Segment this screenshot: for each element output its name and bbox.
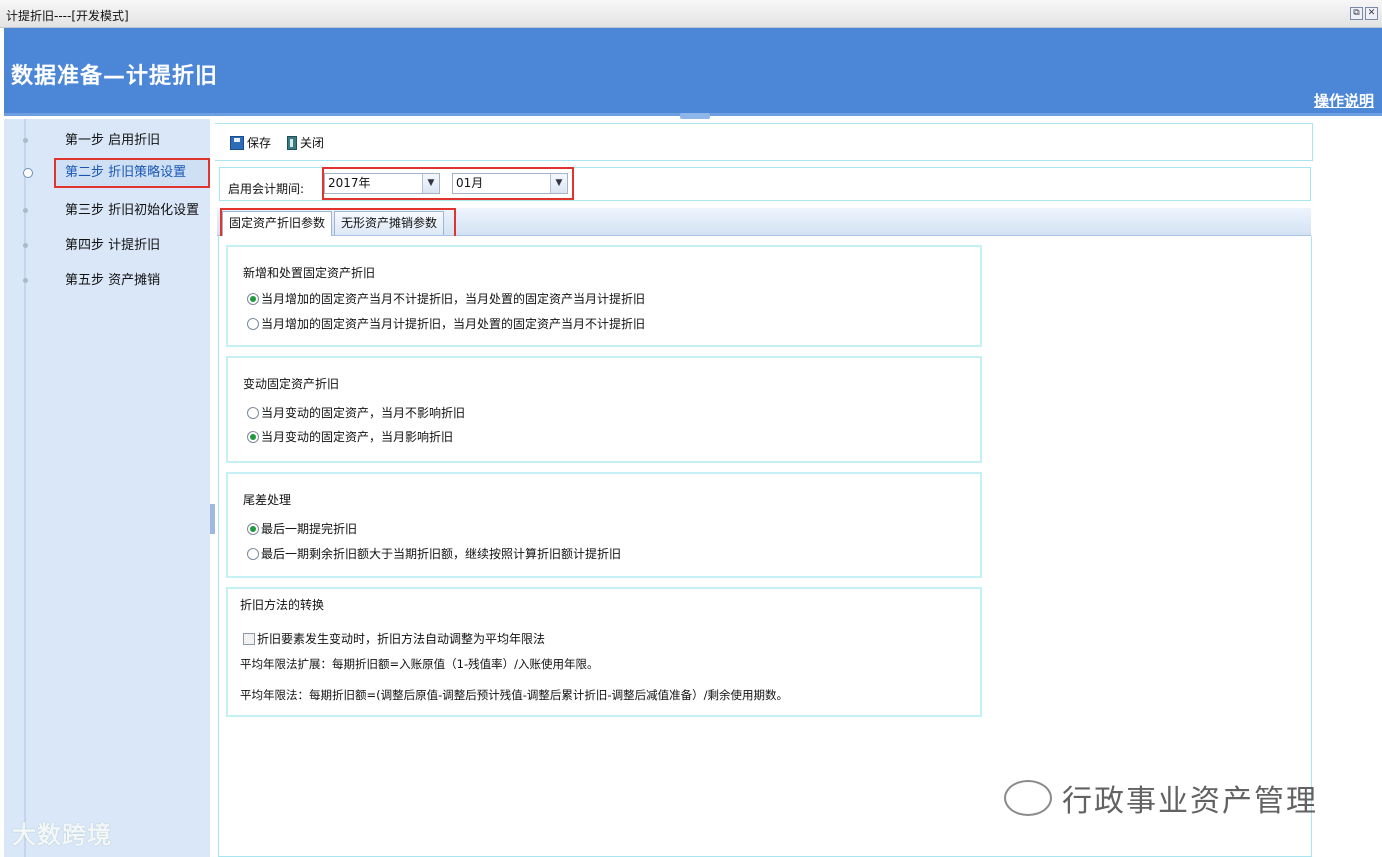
radio-label: 最后一期剩余折旧额大于当期折旧额，继续按照计算折旧额计提折旧	[261, 547, 622, 561]
group-title: 折旧方法的转换	[240, 598, 325, 612]
group-title: 新增和处置固定资产折旧	[243, 266, 376, 280]
save-button-label: 保存	[247, 136, 272, 150]
tabs-highlight-box	[220, 208, 456, 239]
formula-note-extended: 平均年限法扩展：每期折旧额=入账原值（1-残值率）/入账使用年限。	[240, 657, 599, 671]
auto-adjust-checkbox[interactable]: 折旧要素发生变动时，折旧方法自动调整为平均年限法	[243, 630, 545, 647]
tab-panel: 新增和处置固定资产折旧 当月增加的固定资产当月不计提折旧，当月处置的固定资产当月…	[218, 236, 1312, 857]
step-dot-icon	[23, 138, 28, 143]
group-method-conversion: 折旧方法的转换 折旧要素发生变动时，折旧方法自动调整为平均年限法 平均年限法扩展…	[226, 587, 982, 717]
radio-label: 当月变动的固定资产，当月不影响折旧	[261, 406, 466, 420]
period-label: 启用会计期间:	[228, 182, 305, 196]
sidebar-step-label: 第二步 折旧策略设置	[65, 165, 187, 180]
page-banner: 数据准备—计提折旧 操作说明	[4, 28, 1382, 119]
checkbox-unchecked-icon[interactable]	[243, 632, 255, 645]
tab-bar: 固定资产折旧参数 无形资产摊销参数	[217, 208, 1311, 239]
main-content: 保存 关闭 启用会计期间: 2017年 ▼ 01月 ▼ 固定资产折旧参数 无形资…	[215, 119, 1382, 857]
radio-checked-icon[interactable]	[247, 430, 259, 443]
chat-bubble-icon	[1004, 780, 1052, 816]
watermark-left: 大数跨境	[12, 821, 112, 849]
save-icon	[230, 135, 244, 150]
sidebar-step-4[interactable]: 第四步 计提折旧	[23, 231, 210, 261]
door-exit-icon	[287, 135, 297, 150]
formula-note-straight-line: 平均年限法：每期折旧额=(调整后原值-调整后预计残值-调整后累计折旧-调整后减值…	[240, 688, 788, 702]
radio-checked-icon[interactable]	[247, 292, 259, 305]
step-dot-icon	[23, 243, 28, 248]
help-link[interactable]: 操作说明	[1314, 90, 1374, 111]
year-select-value: 2017年	[328, 176, 371, 190]
window-title: 计提折旧----[开发模式]	[6, 9, 129, 23]
sidebar-step-label: 第五步 资产摊销	[65, 273, 161, 288]
radio-unchecked-icon[interactable]	[247, 317, 259, 330]
radio-option[interactable]: 最后一期提完折旧	[247, 520, 357, 537]
step-dot-icon	[23, 278, 28, 283]
year-select[interactable]: 2017年 ▼	[324, 173, 440, 194]
toolbar: 保存 关闭	[215, 123, 1313, 161]
period-bar: 启用会计期间: 2017年 ▼ 01月 ▼	[219, 167, 1311, 201]
month-select-value: 01月	[456, 176, 484, 190]
group-change: 变动固定资产折旧 当月变动的固定资产，当月不影响折旧 当月变动的固定资产，当月影…	[226, 356, 982, 463]
sidebar-step-label: 第三步 折旧初始化设置	[65, 203, 200, 218]
watermark-right-text: 行政事业资产管理	[1062, 784, 1318, 819]
radio-label: 当月增加的固定资产当月计提折旧，当月处置的固定资产当月不计提折旧	[261, 317, 646, 331]
window-controls: ⧉ ✕	[1350, 7, 1378, 20]
month-select[interactable]: 01月 ▼	[452, 173, 568, 194]
radio-option[interactable]: 当月增加的固定资产当月不计提折旧，当月处置的固定资产当月计提折旧	[247, 290, 645, 307]
sidebar-step-2[interactable]: 第二步 折旧策略设置	[23, 158, 210, 188]
sidebar-step-label: 第一步 启用折旧	[65, 133, 161, 148]
radio-unchecked-icon[interactable]	[247, 406, 259, 419]
group-title: 变动固定资产折旧	[243, 377, 340, 391]
step-current-dot-icon	[23, 168, 33, 178]
sidebar-step-1[interactable]: 第一步 启用折旧	[23, 126, 210, 156]
radio-checked-icon[interactable]	[247, 522, 259, 535]
radio-option[interactable]: 当月变动的固定资产，当月不影响折旧	[247, 404, 465, 421]
close-button-label: 关闭	[300, 136, 325, 150]
close-button[interactable]: 关闭	[287, 134, 324, 151]
radio-unchecked-icon[interactable]	[247, 547, 259, 560]
sidebar-step-3[interactable]: 第三步 折旧初始化设置	[23, 196, 210, 226]
radio-label: 最后一期提完折旧	[261, 522, 358, 536]
radio-label: 当月变动的固定资产，当月影响折旧	[261, 430, 454, 444]
close-icon[interactable]: ✕	[1365, 7, 1378, 20]
chevron-down-icon[interactable]: ▼	[550, 174, 567, 193]
checkbox-label: 折旧要素发生变动时，折旧方法自动调整为平均年限法	[257, 632, 546, 646]
group-rounding: 尾差处理 最后一期提完折旧 最后一期剩余折旧额大于当期折旧额，继续按照计算折旧额…	[226, 472, 982, 578]
wizard-sidebar: 第一步 启用折旧 第二步 折旧策略设置 第三步 折旧初始化设置 第四步 计提折旧…	[4, 119, 210, 857]
radio-option[interactable]: 当月增加的固定资产当月计提折旧，当月处置的固定资产当月不计提折旧	[247, 315, 645, 332]
step-timeline-line	[24, 119, 26, 857]
chevron-down-icon[interactable]: ▼	[422, 174, 439, 193]
watermark-right: 行政事业资产管理	[1004, 776, 1318, 820]
sidebar-step-label: 第四步 计提折旧	[65, 238, 161, 253]
save-button[interactable]: 保存	[230, 134, 271, 151]
group-new-disposal: 新增和处置固定资产折旧 当月增加的固定资产当月不计提折旧，当月处置的固定资产当月…	[226, 245, 982, 347]
page-title: 数据准备—计提折旧	[11, 64, 219, 89]
radio-option[interactable]: 当月变动的固定资产，当月影响折旧	[247, 428, 453, 445]
sidebar-step-5[interactable]: 第五步 资产摊销	[23, 266, 210, 296]
step-dot-icon	[23, 208, 28, 213]
window-titlebar: 计提折旧----[开发模式] ⧉ ✕	[0, 0, 1382, 28]
group-title: 尾差处理	[243, 493, 292, 507]
radio-option[interactable]: 最后一期剩余折旧额大于当期折旧额，继续按照计算折旧额计提折旧	[247, 545, 621, 562]
restore-icon[interactable]: ⧉	[1350, 7, 1363, 20]
radio-label: 当月增加的固定资产当月不计提折旧，当月处置的固定资产当月计提折旧	[261, 292, 646, 306]
